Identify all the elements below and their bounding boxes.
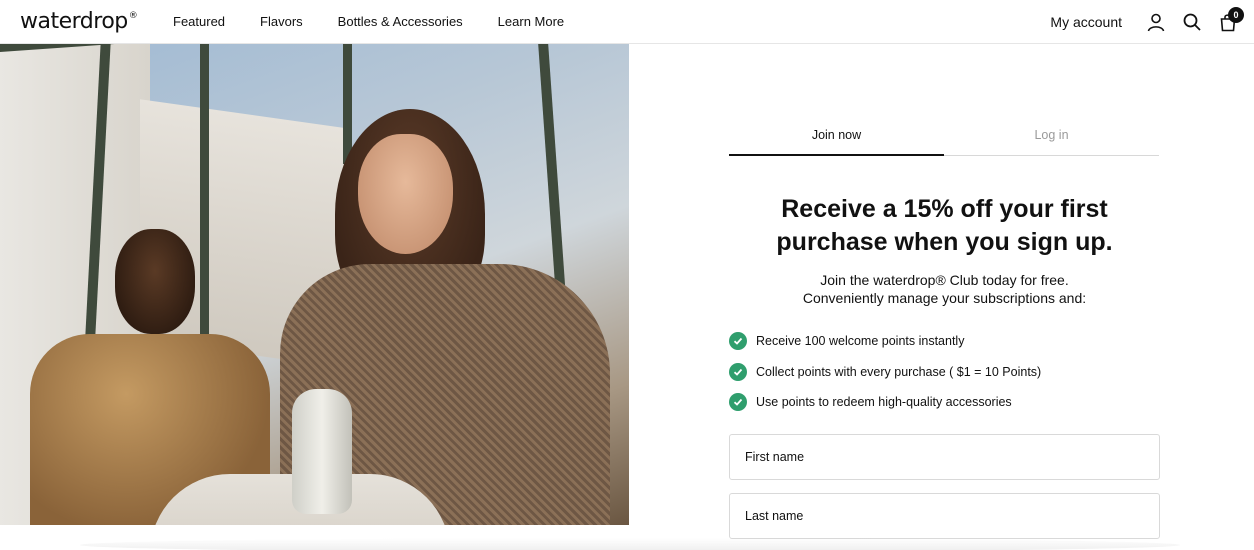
benefit-item: Receive 100 welcome points instantly (729, 326, 1160, 357)
tab-log-in[interactable]: Log in (944, 118, 1159, 156)
hero-person-man-head (115, 229, 195, 334)
logo-registered-mark: ® (128, 11, 138, 21)
benefit-text: Collect points with every purchase ( $1 … (756, 364, 1042, 379)
promo-line-1: Receive a 15% off your first (781, 195, 1108, 223)
nav-featured[interactable]: Featured (173, 14, 225, 29)
my-account-link[interactable]: My account (1050, 14, 1122, 30)
waterdrop-logo[interactable]: waterdrop® (20, 9, 138, 34)
hero-waterdrop-bottle (292, 389, 352, 514)
auth-tabs: Join now Log in (729, 118, 1160, 156)
club-intro: Join the waterdrop® Club today for free.… (729, 271, 1160, 307)
first-name-input[interactable] (729, 434, 1160, 480)
site-header: waterdrop® Featured Flavors Bottles & Ac… (0, 0, 1254, 44)
hero-person-woman-face (358, 134, 453, 254)
promo-heading: Receive a 15% off your first purchase wh… (729, 193, 1160, 259)
check-circle-icon (729, 393, 747, 412)
benefit-item: Collect points with every purchase ( $1 … (729, 357, 1160, 388)
benefit-item: Use points to redeem high-quality access… (729, 387, 1160, 418)
nav-bottles-accessories[interactable]: Bottles & Accessories (338, 14, 463, 29)
intro-line-2: Conveniently manage your subscriptions a… (802, 290, 1087, 306)
intro-line-1: Join the waterdrop® Club today for free. (820, 272, 1069, 288)
cart-count-badge: 0 (1228, 7, 1244, 23)
check-circle-icon (729, 332, 747, 351)
last-name-input[interactable] (729, 493, 1160, 539)
window-frame-bar (343, 44, 352, 164)
main-nav: Featured Flavors Bottles & Accessories L… (173, 14, 599, 29)
check-circle-icon (729, 362, 747, 381)
search-icon[interactable] (1180, 10, 1204, 34)
window-frame-bar (200, 44, 209, 344)
header-actions: My account 0 (1050, 7, 1244, 34)
bag-icon[interactable]: 0 (1216, 7, 1244, 34)
nav-learn-more[interactable]: Learn More (498, 14, 564, 29)
benefits-list: Receive 100 welcome points instantly Col… (729, 326, 1160, 418)
nav-flavors[interactable]: Flavors (260, 14, 303, 29)
benefit-text: Use points to redeem high-quality access… (756, 395, 1012, 410)
hero-photo (0, 44, 629, 525)
bottom-shadow-divider (80, 538, 1180, 550)
benefit-text: Receive 100 welcome points instantly (756, 334, 965, 349)
promo-line-2: purchase when you sign up. (776, 228, 1113, 256)
user-icon[interactable] (1144, 10, 1168, 34)
tab-join-now[interactable]: Join now (729, 118, 944, 156)
logo-text: waterdrop (20, 9, 128, 34)
